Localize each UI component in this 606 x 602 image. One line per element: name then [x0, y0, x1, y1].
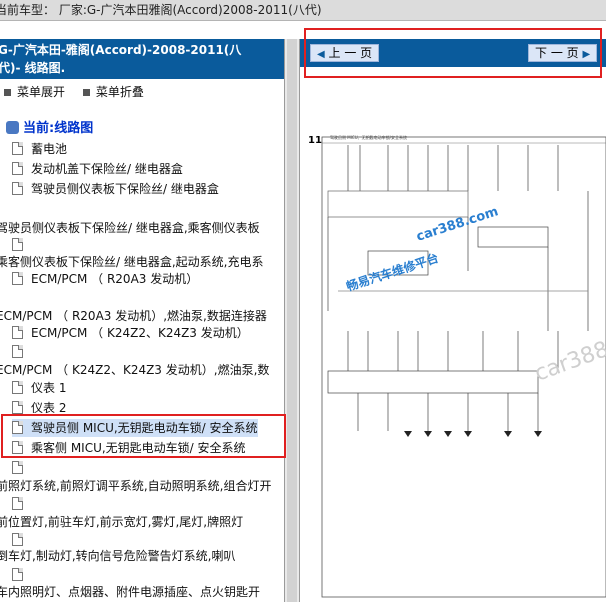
menu-collapse-button[interactable]: 菜单折叠 — [79, 83, 144, 100]
tree-header: G-广汽本田-雅阁(Accord)-2008-2011(八 代)- 线路图. — [0, 39, 284, 79]
tree-panel: G-广汽本田-雅阁(Accord)-2008-2011(八 代)- 线路图. 菜… — [0, 39, 284, 602]
document-icon — [12, 497, 23, 510]
tree-header-line2: 代)- 线路图. — [0, 61, 66, 75]
tree-item[interactable]: 驾驶员侧仪表板下保险丝/ 继电器盒,乘客侧仪表板 — [0, 219, 260, 237]
title-text: 当前车型： 厂家:G-广汽本田雅阁(Accord)2008-2011(八代) — [0, 3, 322, 17]
tree-item-continuation — [12, 343, 31, 361]
document-icon — [12, 461, 23, 474]
title-bar: 当前车型： 厂家:G-广汽本田雅阁(Accord)2008-2011(八代) — [0, 0, 606, 21]
document-icon — [12, 142, 23, 155]
tree-item[interactable]: 蓄电池 — [12, 140, 67, 158]
tree-item[interactable]: ECM/PCM （ R20A3 发动机） — [12, 270, 198, 288]
tree-item[interactable]: 前照灯系统,前照灯调平系统,自动照明系统,组合灯开 — [0, 477, 271, 495]
document-icon — [12, 238, 23, 251]
wiring-diagram-page[interactable]: 11 驾驶员侧 MICU、无钥匙电动车锁/安全系统 car388.com 畅易汽… — [308, 131, 606, 601]
tree-item-continuation — [12, 566, 31, 584]
tree-header-line1: G-广汽本田-雅阁(Accord)-2008-2011(八 — [0, 43, 242, 57]
tree-item[interactable]: 倒车灯,制动灯,转向信号危险警告灯系统,喇叭 — [0, 547, 235, 565]
document-icon — [12, 272, 23, 285]
document-icon — [12, 182, 23, 195]
square-icon — [82, 88, 90, 96]
folder-icon — [6, 121, 19, 134]
tree-item[interactable]: 发动机盖下保险丝/ 继电器盒 — [12, 160, 183, 178]
scrollbar-thumb[interactable] — [287, 39, 297, 602]
tree-item[interactable]: 仪表 1 — [12, 379, 66, 397]
tree-root[interactable]: 当前:线路图 — [6, 120, 93, 138]
tree-item[interactable]: 前位置灯,前驻车灯,前示宽灯,雾灯,尾灯,牌照灯 — [0, 513, 243, 531]
tree-item[interactable]: ECM/PCM （ K24Z2、K24Z3 发动机） — [12, 324, 249, 342]
menu-expand-button[interactable]: 菜单展开 — [0, 83, 65, 100]
tree-item-continuation — [12, 495, 31, 513]
document-icon — [12, 345, 23, 358]
watermark-url: car388.com — [415, 204, 501, 245]
highlight-box-selected-items — [1, 414, 286, 458]
document-icon — [12, 568, 23, 581]
tree-item-continuation — [12, 531, 31, 549]
document-icon — [12, 381, 23, 394]
document-icon — [12, 162, 23, 175]
pane-scrollbar[interactable] — [284, 39, 300, 602]
tree-item-continuation — [12, 236, 31, 254]
tree-item-continuation — [12, 459, 31, 477]
viewer-panel: ◀ 上 一 页 下 一 页 ▶ 11 驾驶员侧 MICU、无钥匙电动车锁/安全系… — [300, 39, 606, 602]
menu-controls: 菜单展开 菜单折叠 — [0, 83, 154, 101]
tree-item[interactable]: 驾驶员侧仪表板下保险丝/ 继电器盒 — [12, 180, 219, 198]
tree-item[interactable]: 车内照明灯、点烟器、附件电源插座、点火钥匙开 — [0, 583, 260, 601]
document-icon — [12, 326, 23, 339]
watermark-faded: car388.com — [532, 318, 606, 386]
highlight-box-nav — [304, 28, 602, 78]
tree-item[interactable]: ECM/PCM （ K24Z2、K24Z3 发动机）,燃油泵,数 — [0, 361, 269, 379]
tree-item[interactable]: 乘客侧仪表板下保险丝/ 继电器盒,起动系统,充电系 — [0, 253, 264, 271]
square-icon — [4, 88, 11, 96]
wiring-diagram: 11 驾驶员侧 MICU、无钥匙电动车锁/安全系统 car388.com 畅易汽… — [308, 134, 606, 598]
watermark-name: 畅易汽车维修平台 — [344, 250, 440, 294]
document-icon — [12, 401, 23, 414]
document-icon — [12, 533, 23, 546]
page-number: 11 — [308, 135, 322, 146]
tree-item[interactable]: ECM/PCM （ R20A3 发动机）,燃油泵,数据连接器 — [0, 307, 267, 325]
